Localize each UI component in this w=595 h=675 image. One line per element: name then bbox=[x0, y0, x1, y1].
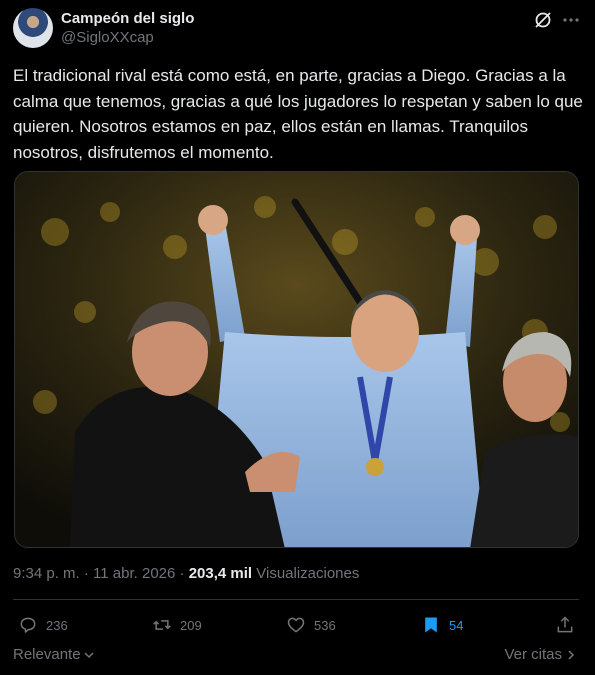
meta-separator: · bbox=[179, 565, 185, 582]
bookmark-button[interactable]: 54 bbox=[421, 612, 463, 638]
more-icon[interactable] bbox=[561, 10, 581, 30]
tweet-text: El tradicional rival está como está, en … bbox=[13, 66, 583, 162]
share-icon bbox=[557, 616, 573, 633]
author-names: Campeón del siglo @SigloXXcap bbox=[61, 9, 194, 48]
tweet-header: Campeón del siglo @SigloXXcap bbox=[13, 8, 583, 50]
meta-separator: · bbox=[83, 565, 89, 582]
like-count: 536 bbox=[314, 617, 336, 633]
avatar[interactable] bbox=[13, 8, 53, 48]
chevron-down-icon bbox=[84, 651, 94, 658]
views-label[interactable]: Visualizaciones bbox=[256, 565, 359, 582]
bookmark-icon bbox=[425, 617, 437, 633]
bookmark-count: 54 bbox=[449, 617, 464, 633]
photo-celebration bbox=[15, 172, 578, 547]
like-button[interactable]: 536 bbox=[286, 612, 336, 638]
replies-footer: Relevante Ver citas bbox=[13, 646, 579, 666]
reply-count: 236 bbox=[46, 617, 68, 633]
reply-button[interactable]: 236 bbox=[18, 612, 68, 638]
chevron-right-icon bbox=[568, 649, 575, 660]
reply-icon bbox=[20, 617, 36, 633]
like-icon bbox=[287, 617, 305, 633]
sort-label: Relevante bbox=[13, 646, 81, 663]
action-bar: 236 209 536 54 bbox=[13, 612, 579, 638]
share-button[interactable] bbox=[555, 612, 575, 638]
tweet-time[interactable]: 9:34 p. m. bbox=[13, 565, 80, 582]
quotes-label: Ver citas bbox=[504, 646, 562, 663]
divider bbox=[13, 599, 579, 600]
tweet-date[interactable]: 11 abr. 2026 bbox=[93, 565, 175, 582]
display-name[interactable]: Campeón del siglo bbox=[61, 9, 194, 28]
tweet-photo[interactable] bbox=[14, 171, 579, 548]
view-quotes-link[interactable]: Ver citas bbox=[504, 646, 576, 663]
handle[interactable]: @SigloXXcap bbox=[61, 28, 194, 48]
tweet-meta: 9:34 p. m. · 11 abr. 2026 · 203,4 mil Vi… bbox=[13, 564, 359, 584]
grok-icon[interactable] bbox=[533, 10, 553, 30]
views-count[interactable]: 203,4 mil bbox=[189, 565, 252, 582]
retweet-icon bbox=[153, 620, 171, 630]
sort-dropdown[interactable]: Relevante bbox=[13, 646, 95, 663]
retweet-button[interactable]: 209 bbox=[152, 612, 202, 638]
retweet-count: 209 bbox=[180, 617, 202, 633]
